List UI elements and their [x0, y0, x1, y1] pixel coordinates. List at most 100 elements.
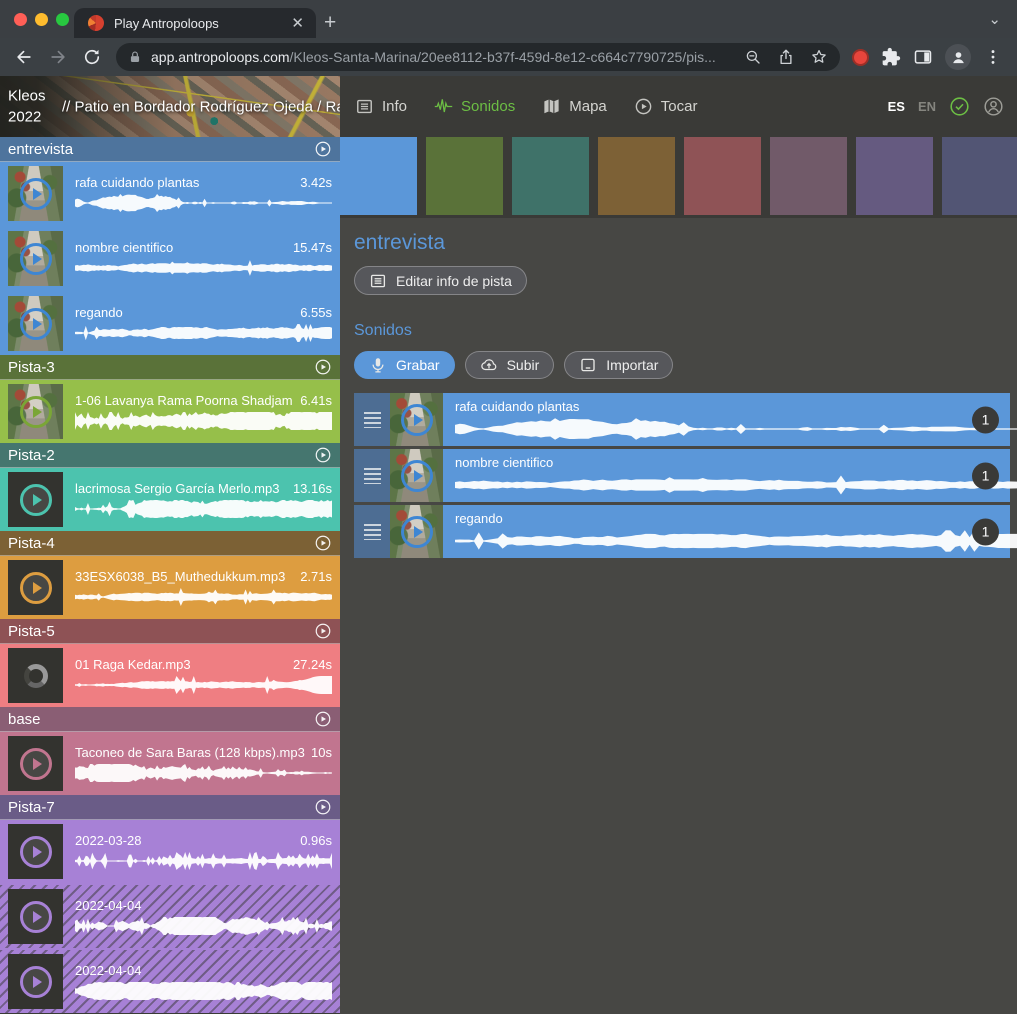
track-thumbnail[interactable] — [8, 166, 63, 221]
browser-window: Play Antropoloops ✕ + ⌄ app.antropoloops… — [0, 0, 1017, 1014]
track-title: regando — [75, 305, 294, 320]
track-card[interactable]: regando 6.55s — [0, 292, 340, 355]
track-duration: 3.42s — [300, 175, 332, 190]
track-card[interactable]: 2022-04-04 — [0, 885, 340, 948]
track-card[interactable]: nombre cientifico 15.47s — [0, 227, 340, 290]
sound-thumbnail[interactable] — [390, 505, 443, 558]
sound-actions: Grabar Subir Importar — [354, 351, 1010, 379]
extensions-puzzle-icon[interactable] — [881, 47, 901, 67]
section-header[interactable]: entrevista — [0, 137, 340, 162]
record-indicator-icon[interactable] — [852, 49, 869, 66]
omnibox[interactable]: app.antropoloops.com/Kleos-Santa-Marina/… — [116, 43, 840, 71]
zoom-icon[interactable] — [744, 48, 762, 66]
tab-search-chevron-icon[interactable]: ⌄ — [988, 10, 1001, 28]
track-card[interactable]: 1-06 Lavanya Rama Poorna Shadjam Rupak..… — [0, 380, 340, 443]
new-tab-button[interactable]: + — [324, 8, 336, 38]
track-swatch[interactable] — [340, 137, 417, 215]
track-card[interactable]: lacrimosa Sergio García Merlo.mp3 13.16s — [0, 468, 340, 531]
sound-row[interactable]: regando 1 — [354, 505, 1010, 558]
section-header[interactable]: Pista-2 — [0, 443, 340, 468]
bookmark-star-icon[interactable] — [810, 48, 828, 66]
track-thumbnail[interactable] — [8, 560, 63, 615]
section-header[interactable]: Pista-4 — [0, 531, 340, 556]
track-thumbnail[interactable] — [8, 231, 63, 286]
track-thumbnail[interactable] — [8, 384, 63, 439]
nav-item-mapa[interactable]: Mapa — [542, 97, 607, 116]
subir-button[interactable]: Subir — [465, 351, 555, 379]
track-card[interactable]: Taconeo de Sara Baras (128 kbps).mp3 10s — [0, 732, 340, 795]
track-title: rafa cuidando plantas — [75, 175, 294, 190]
nav-item-info[interactable]: Info — [355, 97, 407, 116]
edit-track-info-button[interactable]: Editar info de pista — [354, 266, 527, 295]
track-swatch[interactable] — [598, 137, 675, 215]
tab-close-icon[interactable]: ✕ — [289, 14, 306, 33]
track-section: entrevista rafa cuidando plantas 3.42s n… — [0, 137, 340, 355]
track-thumbnail[interactable] — [8, 296, 63, 351]
sound-row[interactable]: rafa cuidando plantas 1 — [354, 393, 1010, 446]
traffic-light-close[interactable] — [14, 13, 27, 26]
sound-thumbnail[interactable] — [390, 449, 443, 502]
drag-handle[interactable] — [354, 449, 390, 502]
track-card[interactable]: 33ESX6038_B5_Muthedukkum.mp3 2.71s — [0, 556, 340, 619]
nav-item-sonidos[interactable]: Sonidos — [434, 97, 515, 116]
profile-avatar[interactable] — [945, 44, 971, 70]
content: entrevista rafa cuidando plantas 3.42s n… — [0, 137, 1017, 1014]
track-card[interactable]: 01 Raga Kedar.mp3 27.24s — [0, 644, 340, 707]
importar-button[interactable]: Importar — [564, 351, 673, 379]
lang-toggle-en[interactable]: EN — [918, 99, 936, 114]
section-play-icon[interactable] — [314, 622, 332, 640]
section-header[interactable]: Pista-5 — [0, 619, 340, 644]
section-header[interactable]: Pista-3 — [0, 355, 340, 380]
lang-toggle-es[interactable]: ES — [888, 99, 905, 114]
sound-list: rafa cuidando plantas 1 nombre cientific… — [354, 393, 1010, 558]
track-swatch[interactable] — [856, 137, 933, 215]
track-thumbnail[interactable] — [8, 954, 63, 1009]
section-play-icon[interactable] — [314, 140, 332, 158]
track-swatch[interactable] — [942, 137, 1017, 215]
sound-row[interactable]: nombre cientifico 1 — [354, 449, 1010, 502]
nav-item-tocar[interactable]: Tocar — [634, 97, 698, 116]
section-play-icon[interactable] — [314, 534, 332, 552]
track-thumbnail[interactable] — [8, 736, 63, 791]
browser-menu-icon[interactable] — [983, 47, 1003, 67]
track-card[interactable]: 2022-03-28 0.96s — [0, 820, 340, 883]
track-swatch-row — [340, 137, 1017, 218]
reload-icon[interactable] — [82, 47, 102, 67]
play-icon — [20, 572, 52, 604]
sound-count-badge: 1 — [972, 518, 999, 545]
grabar-button[interactable]: Grabar — [354, 351, 455, 379]
track-thumbnail[interactable] — [8, 824, 63, 879]
track-thumbnail[interactable] — [8, 472, 63, 527]
track-swatch[interactable] — [512, 137, 589, 215]
project-title[interactable]: Kleos2022 — [8, 85, 46, 129]
section-play-icon[interactable] — [314, 446, 332, 464]
traffic-light-zoom[interactable] — [56, 13, 69, 26]
traffic-light-minimize[interactable] — [35, 13, 48, 26]
browser-tab[interactable]: Play Antropoloops ✕ — [74, 8, 316, 38]
side-panel-icon[interactable] — [913, 47, 933, 67]
check-circle-icon[interactable] — [949, 96, 970, 117]
sound-title: nombre cientifico — [455, 455, 1010, 470]
section-play-icon[interactable] — [314, 798, 332, 816]
waveform-icon — [434, 97, 453, 116]
track-card[interactable]: rafa cuidando plantas 3.42s — [0, 162, 340, 225]
track-thumbnail[interactable] — [8, 889, 63, 944]
sound-thumbnail[interactable] — [390, 393, 443, 446]
drag-handle[interactable] — [354, 393, 390, 446]
section-header[interactable]: base — [0, 707, 340, 732]
back-icon[interactable] — [14, 47, 34, 67]
track-thumbnail[interactable] — [8, 648, 63, 703]
header-map-image[interactable]: Kleos2022 // Patio en Bordador Rodríguez… — [0, 76, 340, 137]
section-header[interactable]: Pista-7 — [0, 795, 340, 820]
section-play-icon[interactable] — [314, 710, 332, 728]
share-icon[interactable] — [777, 48, 795, 66]
track-swatch[interactable] — [770, 137, 847, 215]
sound-title: regando — [455, 511, 1010, 526]
account-icon[interactable] — [983, 96, 1004, 117]
track-card[interactable]: 2022-04-04 — [0, 950, 340, 1013]
forward-icon[interactable] — [48, 47, 68, 67]
track-swatch[interactable] — [684, 137, 761, 215]
section-play-icon[interactable] — [314, 358, 332, 376]
track-swatch[interactable] — [426, 137, 503, 215]
drag-handle[interactable] — [354, 505, 390, 558]
